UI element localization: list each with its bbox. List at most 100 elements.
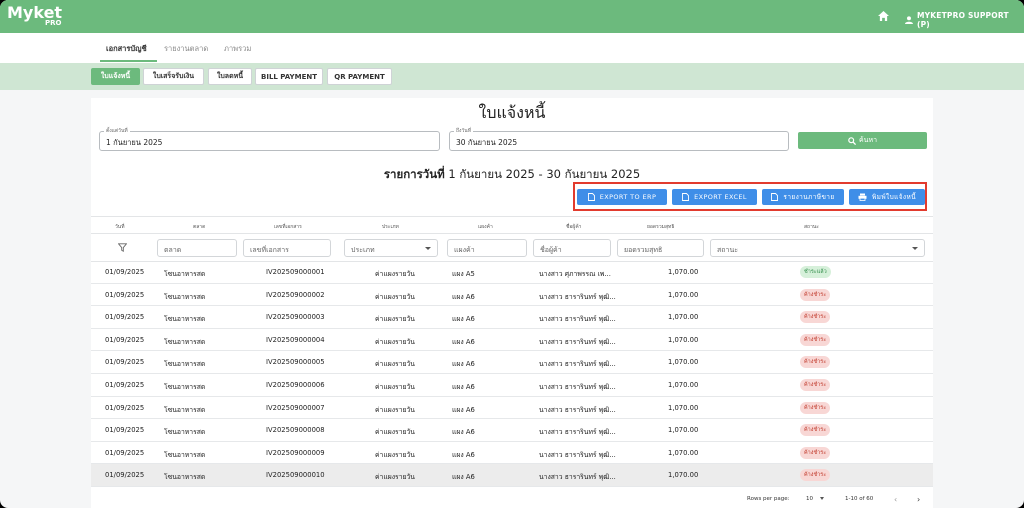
rows-per-page-select[interactable]: 10	[806, 496, 824, 502]
cell-total: 1,070.00	[668, 380, 699, 389]
search-label: ค้นหา	[858, 136, 877, 144]
cell-date: 01/09/2025	[105, 313, 145, 322]
home-icon[interactable]	[878, 11, 889, 21]
filter-icon[interactable]	[118, 243, 127, 252]
cell-doc-no[interactable]: IV202509000002	[266, 291, 325, 299]
end-date-field[interactable]: ถึงวันที่ 30 กันยายน 2025	[449, 127, 789, 151]
user-menu[interactable]: MYKETPRO SUPPORT (P)	[905, 11, 1024, 29]
cell-type: ค่าแผงรายวัน	[375, 382, 415, 391]
prev-page-icon[interactable]: ‹	[894, 495, 897, 504]
report-prefix: รายการวันที่	[383, 167, 445, 181]
cell-date: 01/09/2025	[105, 358, 145, 367]
col-date[interactable]: วันที่	[115, 223, 125, 231]
document-icon	[587, 193, 595, 201]
col-market[interactable]: ตลาด	[193, 223, 205, 231]
cell-stall: แผง A6	[452, 473, 475, 482]
cell-market: โซนอาหารสด	[164, 450, 206, 459]
tab-market-report[interactable]: รายงานตลาด	[164, 43, 208, 55]
col-status[interactable]: สถานะ	[804, 223, 819, 231]
cell-vendor: นางสาว ธารารินทร์ พุฒิ...	[539, 292, 616, 301]
sales-tax-report-button[interactable]: รายงานภาษีขาย	[762, 189, 844, 205]
cell-total: 1,070.00	[668, 426, 699, 435]
doc-type-qr-payment[interactable]: QR PAYMENT	[327, 68, 392, 85]
table-row[interactable]: 01/09/2025 โซนอาหารสด IV202509000009 ค่า…	[91, 442, 933, 465]
status-badge: ค้างชำระ	[800, 446, 831, 459]
search-button[interactable]: ค้นหา	[798, 132, 927, 149]
tab-accounting-docs[interactable]: เอกสารบัญชี	[106, 43, 147, 55]
print-invoice-button[interactable]: พิมพ์ใบแจ้งหนี้	[849, 189, 925, 205]
cell-doc-no[interactable]: IV202509000008	[266, 426, 325, 434]
cell-type: ค่าแผงรายวัน	[375, 450, 415, 459]
cell-date: 01/09/2025	[105, 471, 145, 480]
cell-market: โซนอาหารสด	[164, 405, 206, 414]
type-filter-select[interactable]: ประเภท	[344, 239, 438, 257]
vendor-filter-input[interactable]: ชื่อผู้ค้า	[533, 239, 611, 257]
cell-doc-no[interactable]: IV202509000001	[266, 268, 325, 276]
table-row[interactable]: 01/09/2025 โซนอาหารสด IV202509000006 ค่า…	[91, 374, 933, 397]
app-screen: Myket PRO MYKETPRO SUPPORT (P) เอกสารบัญ…	[0, 0, 1024, 508]
start-date-field[interactable]: ตั้งแต่วันที่ 1 กันยายน 2025	[99, 127, 440, 151]
status-badge: ค้างชำระ	[800, 333, 831, 346]
status-badge: ค้างชำระ	[800, 311, 831, 324]
table-header: วันที่ ตลาด เลขที่เอกสาร ประเภท แผงค้า ช…	[91, 216, 933, 234]
search-icon	[848, 136, 856, 145]
cell-vendor: นางสาว ธารารินทร์ พุฒิ...	[539, 473, 616, 482]
cell-market: โซนอาหารสด	[164, 315, 206, 324]
table-row[interactable]: 01/09/2025 โซนอาหารสด IV202509000010 ค่า…	[91, 464, 933, 487]
status-badge: ค้างชำระ	[800, 424, 831, 437]
doc-type-receipt[interactable]: ใบเสร็จรับเงิน	[143, 68, 204, 85]
stall-filter-input[interactable]: แผงค้า	[447, 239, 527, 257]
cell-total: 1,070.00	[668, 335, 699, 344]
type-filter-value: ประเภท	[351, 246, 375, 254]
doc-type-credit-note[interactable]: ใบลดหนี้	[208, 68, 252, 85]
device-frame: Myket PRO MYKETPRO SUPPORT (P) เอกสารบัญ…	[0, 0, 1024, 508]
table-row[interactable]: 01/09/2025 โซนอาหารสด IV202509000002 ค่า…	[91, 284, 933, 307]
total-filter-input[interactable]: ยอดรวมสุทธิ	[617, 239, 704, 257]
table-row[interactable]: 01/09/2025 โซนอาหารสด IV202509000008 ค่า…	[91, 419, 933, 442]
col-total[interactable]: ยอดรวมสุทธิ	[647, 223, 674, 231]
document-type-bar: ใบแจ้งหนี้ ใบเสร็จรับเงิน ใบลดหนี้ BILL …	[0, 63, 1024, 90]
cell-vendor: นางสาว ธารารินทร์ พุฒิ...	[539, 405, 616, 414]
export-excel-button[interactable]: EXPORT EXCEL	[672, 189, 757, 205]
col-doc-no[interactable]: เลขที่เอกสาร	[274, 223, 302, 231]
cell-doc-no[interactable]: IV202509000004	[266, 336, 325, 344]
app-logo[interactable]: Myket PRO	[7, 3, 62, 27]
doc-type-bill-payment[interactable]: BILL PAYMENT	[255, 68, 323, 85]
cell-vendor: นางสาว ธารารินทร์ พุฒิ...	[539, 450, 616, 459]
doc-no-filter-input[interactable]: เลขที่เอกสาร	[243, 239, 331, 257]
export-erp-label: EXPORT TO ERP	[599, 193, 657, 201]
export-erp-button[interactable]: EXPORT TO ERP	[577, 189, 667, 205]
table-pagination: Rows per page: 10 1-10 of 60 ‹ ›	[91, 490, 933, 508]
next-page-icon[interactable]: ›	[917, 495, 920, 504]
cell-vendor: นางสาว ศุภาพรรณ เพ...	[539, 270, 611, 278]
cell-doc-no[interactable]: IV202509000005	[266, 358, 325, 366]
table-row[interactable]: 01/09/2025 โซนอาหารสด IV202509000007 ค่า…	[91, 397, 933, 420]
cell-market: โซนอาหารสด	[164, 292, 206, 301]
cell-doc-no[interactable]: IV202509000003	[266, 313, 325, 321]
doc-type-invoice[interactable]: ใบแจ้งหนี้	[91, 68, 140, 85]
cell-doc-no[interactable]: IV202509000007	[266, 404, 325, 412]
cell-total: 1,070.00	[668, 268, 699, 276]
table-row[interactable]: 01/09/2025 โซนอาหารสด IV202509000003 ค่า…	[91, 306, 933, 329]
cell-doc-no[interactable]: IV202509000010	[266, 471, 325, 479]
document-icon	[682, 193, 690, 201]
cell-doc-no[interactable]: IV202509000009	[266, 449, 325, 457]
status-filter-select[interactable]: สถานะ	[710, 239, 925, 257]
table-row[interactable]: 01/09/2025 โซนอาหารสด IV202509000001 ค่า…	[91, 261, 933, 284]
cell-date: 01/09/2025	[105, 268, 145, 276]
status-badge: ค้างชำระ	[800, 401, 831, 414]
invoice-panel: ใบแจ้งหนี้ ตั้งแต่วันที่ 1 กันยายน 2025 …	[91, 98, 933, 508]
start-date-label: ตั้งแต่วันที่	[104, 127, 130, 135]
report-range: 1 กันยายน 2025 - 30 กันยายน 2025	[444, 167, 641, 181]
col-stall[interactable]: แผงค้า	[478, 223, 493, 231]
market-filter-input[interactable]: ตลาด	[157, 239, 237, 257]
col-type[interactable]: ประเภท	[382, 223, 399, 231]
table-row[interactable]: 01/09/2025 โซนอาหารสด IV202509000004 ค่า…	[91, 329, 933, 352]
cell-doc-no[interactable]: IV202509000006	[266, 381, 325, 389]
cell-market: โซนอาหารสด	[164, 360, 206, 369]
col-vendor[interactable]: ชื่อผู้ค้า	[566, 223, 581, 231]
cell-stall: แผง A6	[452, 428, 475, 437]
table-row[interactable]: 01/09/2025 โซนอาหารสด IV202509000005 ค่า…	[91, 351, 933, 374]
tab-overview[interactable]: ภาพรวม	[224, 43, 251, 55]
export-actions-highlight: EXPORT TO ERP EXPORT EXCEL รายงานภาษีขาย…	[573, 182, 927, 211]
